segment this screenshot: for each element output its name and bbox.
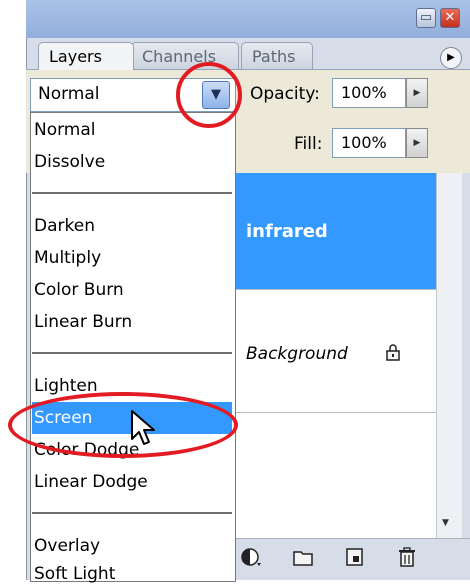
fill-stepper[interactable]: ▶ [406, 128, 428, 158]
blend-option-darken[interactable]: Darken [34, 216, 95, 236]
blend-option-linear-burn[interactable]: Linear Burn [34, 312, 132, 332]
adjustment-layer-icon[interactable] [240, 546, 262, 568]
opacity-input[interactable]: 100% [332, 78, 406, 108]
blend-option-color-burn[interactable]: Color Burn [34, 280, 124, 300]
new-group-icon[interactable] [292, 546, 314, 568]
blend-mode-value: Normal [38, 84, 100, 104]
blend-option-normal[interactable]: Normal [34, 120, 96, 140]
layers-scrollbar[interactable] [436, 173, 462, 538]
blend-option-linear-dodge[interactable]: Linear Dodge [34, 472, 148, 492]
mouse-cursor-icon [131, 410, 155, 445]
blend-option-overlay[interactable]: Overlay [34, 536, 100, 556]
panel-titlebar [26, 0, 470, 38]
layer-row-divider [236, 412, 436, 413]
layer-row-divider [236, 289, 436, 290]
opacity-label: Opacity: [250, 84, 320, 104]
tab-layers[interactable]: Layers [38, 42, 134, 70]
dropdown-separator [32, 352, 232, 354]
panel-menu-button[interactable]: ▶ [440, 47, 462, 69]
opacity-stepper[interactable]: ▶ [406, 78, 428, 108]
close-button[interactable]: ✕ [440, 8, 460, 28]
annotation-circle-dropdown-arrow [176, 62, 242, 128]
trash-icon[interactable] [396, 546, 418, 568]
layer-name-infrared: infrared [246, 221, 328, 242]
blend-option-soft-light[interactable]: Soft Light [34, 564, 115, 584]
minimize-button[interactable]: ▭ [416, 8, 436, 28]
blend-option-multiply[interactable]: Multiply [34, 248, 101, 268]
new-layer-icon[interactable] [344, 546, 366, 568]
fill-input[interactable]: 100% [332, 128, 406, 158]
annotation-circle-screen [8, 392, 238, 458]
lock-icon [386, 344, 400, 361]
tab-paths[interactable]: Paths [241, 42, 313, 70]
fill-label: Fill: [294, 134, 323, 154]
layer-name-background[interactable]: Background [246, 344, 348, 364]
dropdown-separator [32, 512, 232, 514]
blend-option-dissolve[interactable]: Dissolve [34, 152, 105, 172]
dropdown-separator [32, 192, 232, 194]
scroll-down-arrow-icon[interactable]: ▼ [442, 518, 449, 528]
